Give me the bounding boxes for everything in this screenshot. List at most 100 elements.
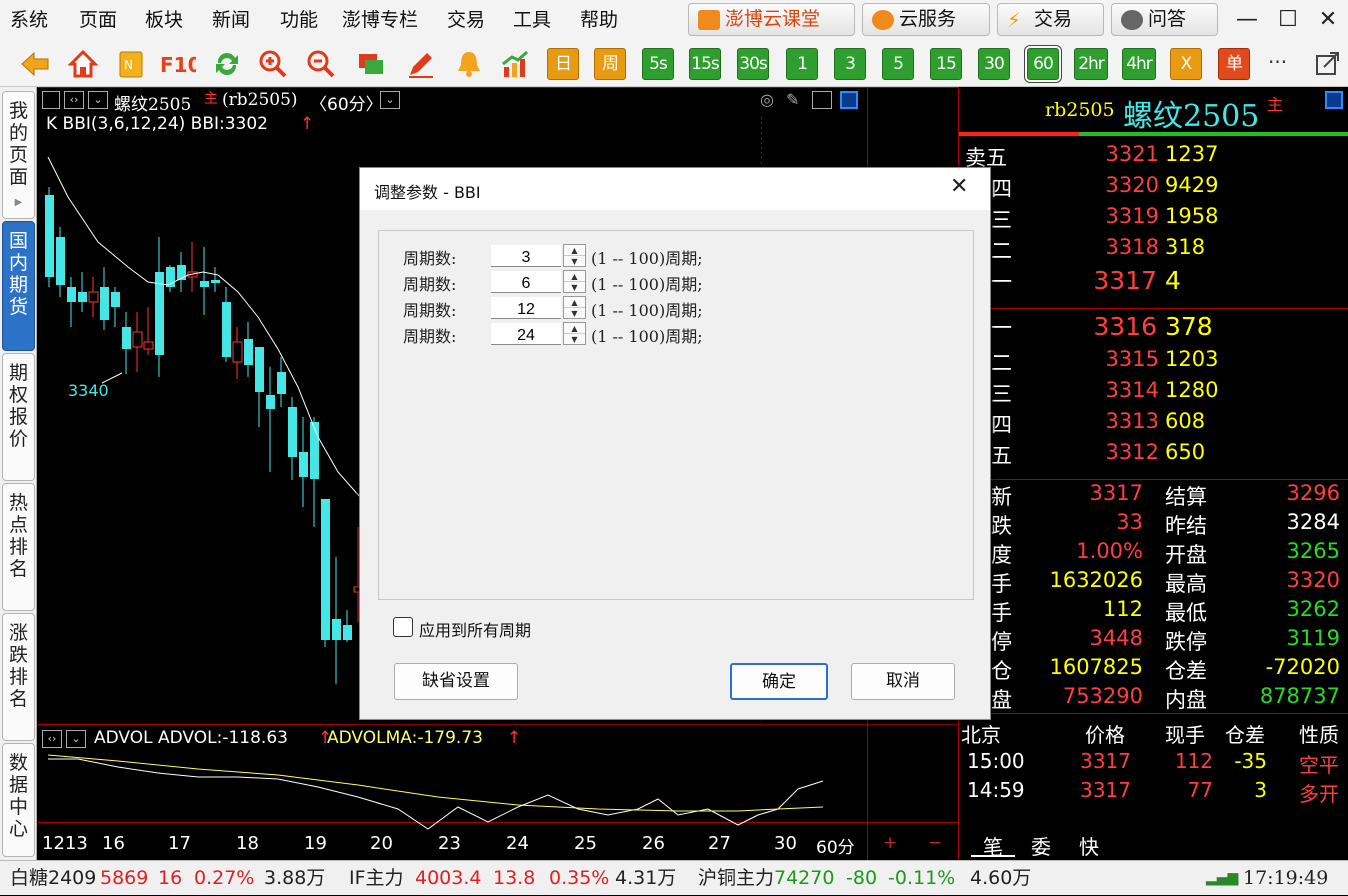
close-window-button[interactable]: ✕ (1308, 0, 1348, 40)
menu-help[interactable]: 帮助 (580, 0, 618, 40)
bell-icon[interactable] (454, 49, 484, 79)
param-input[interactable]: 12 (491, 297, 561, 319)
bid-price[interactable]: 3312 (1069, 440, 1159, 464)
cloud-class-button[interactable]: 澎博云课堂 (688, 3, 855, 36)
period-week-button[interactable]: 周 (594, 48, 626, 80)
period-4hr-button[interactable]: 4hr (1122, 48, 1156, 80)
bottom-tab[interactable]: 委 (1019, 831, 1063, 859)
sidebar-tab-domestic-futures[interactable]: 国内期货 (2, 221, 35, 351)
apply-all-checkbox[interactable] (393, 617, 413, 637)
chart-period[interactable]: 〈60分〉 (310, 90, 383, 115)
dialog-close-button[interactable]: ✕ (950, 174, 968, 199)
period-15m-button[interactable]: 15 (930, 48, 962, 80)
ask-price[interactable]: 3320 (1069, 173, 1159, 197)
period-5s-button[interactable]: 5s (642, 48, 674, 80)
menu-system[interactable]: 系统 (10, 0, 48, 40)
f10-icon[interactable]: F10 (160, 49, 196, 79)
bottom-tab[interactable]: 快 (1067, 831, 1111, 859)
menu-page[interactable]: 页面 (79, 0, 117, 40)
bid-price[interactable]: 3313 (1069, 409, 1159, 433)
zoom-in-button[interactable]: + (883, 833, 897, 853)
param-spinner[interactable]: ▲ ▼ (563, 322, 586, 345)
zoom-out-button[interactable]: − (928, 833, 942, 853)
trend-chart-icon[interactable] (500, 49, 530, 79)
sub-chevron-down-icon[interactable]: ⌄ (66, 730, 86, 748)
prev-next-icon[interactable]: ‹› (64, 91, 84, 109)
single-order-button[interactable]: 单 (1218, 48, 1250, 80)
maximize-button[interactable]: ☐ (1268, 0, 1308, 40)
qa-button[interactable]: 问答 (1111, 3, 1218, 36)
ask-price[interactable]: 3318 (1069, 235, 1159, 259)
minimize-button[interactable]: — (1227, 0, 1267, 40)
spin-down-icon[interactable]: ▼ (564, 256, 585, 267)
ok-button[interactable]: 确定 (730, 663, 828, 700)
default-settings-button[interactable]: 缺省设置 (394, 663, 518, 700)
more-icon[interactable]: ··· (1268, 50, 1287, 74)
pen-icon[interactable] (406, 49, 436, 79)
ticker-name[interactable]: IF主力 (349, 861, 404, 896)
period-x-button[interactable]: X (1170, 48, 1202, 80)
menu-column[interactable]: 澎博专栏 (342, 0, 418, 40)
period-30s-button[interactable]: 30s (737, 48, 769, 80)
spin-up-icon[interactable]: ▲ (564, 271, 585, 282)
grid-layout-icon[interactable] (812, 91, 832, 109)
period-5m-button[interactable]: 5 (882, 48, 914, 80)
apply-all-label[interactable]: 应用到所有周期 (419, 617, 531, 641)
bottom-tab[interactable]: 笔 (971, 831, 1015, 859)
draw-pen-icon[interactable]: ✎ (786, 90, 799, 109)
sidebar-tab-data-center[interactable]: 数据中心 (2, 743, 35, 857)
ask-price[interactable]: 3319 (1069, 204, 1159, 228)
spin-up-icon[interactable]: ▲ (564, 297, 585, 308)
eye-hide-icon[interactable]: ◎ (760, 90, 774, 109)
bid-price[interactable]: 3314 (1069, 378, 1159, 402)
ticker-name[interactable]: 白糖2409 (10, 861, 96, 896)
spin-down-icon[interactable]: ▼ (564, 308, 585, 319)
bid-price[interactable]: 3315 (1069, 347, 1159, 371)
export-icon[interactable] (1312, 49, 1342, 79)
param-spinner[interactable]: ▲ ▼ (563, 244, 586, 267)
period-15s-button[interactable]: 15s (689, 48, 721, 80)
chevron-down-icon[interactable]: ⌄ (88, 91, 108, 109)
menu-news[interactable]: 新闻 (212, 0, 250, 40)
sidebar-tab-option-quotes[interactable]: 期权报价 (2, 353, 35, 481)
sidebar-tab-my-page[interactable]: 我的页面 ▶ (2, 91, 35, 219)
sidebar-tab-hot-rank[interactable]: 热点排名 (2, 483, 35, 611)
menu-sector[interactable]: 板块 (145, 0, 183, 40)
panel-square-icon[interactable] (840, 91, 858, 109)
spin-up-icon[interactable]: ▲ (564, 245, 585, 256)
zoom-out-icon[interactable] (306, 49, 336, 79)
period-dropdown-icon[interactable]: ⌄ (380, 91, 400, 109)
param-input[interactable]: 6 (491, 271, 561, 293)
period-2hr-button[interactable]: 2hr (1074, 48, 1108, 80)
period-day-button[interactable]: 日 (547, 48, 579, 80)
period-3m-button[interactable]: 3 (834, 48, 866, 80)
window-stack-icon[interactable] (356, 49, 386, 79)
zoom-in-icon[interactable] (258, 49, 288, 79)
ask-price[interactable]: 3317 (1067, 266, 1157, 295)
period-60m-button[interactable]: 60 (1027, 48, 1059, 80)
param-input[interactable]: 24 (491, 323, 561, 345)
menu-trade[interactable]: 交易 (447, 0, 485, 40)
panel-toggle-icon[interactable] (42, 91, 60, 109)
param-input[interactable]: 3 (491, 245, 561, 267)
ask-price[interactable]: 3321 (1069, 142, 1159, 166)
period-1m-button[interactable]: 1 (786, 48, 818, 80)
back-arrow-icon[interactable] (20, 49, 50, 79)
bid-price[interactable]: 3316 (1067, 312, 1157, 341)
cancel-button[interactable]: 取消 (851, 663, 955, 700)
cloud-service-button[interactable]: 云服务 (862, 3, 990, 36)
refresh-icon[interactable] (212, 49, 242, 79)
sub-panel-toggle-icon[interactable]: ‹› (42, 730, 62, 748)
menu-function[interactable]: 功能 (280, 0, 318, 40)
spin-down-icon[interactable]: ▼ (564, 334, 585, 345)
trade-button[interactable]: ⚡ 交易 (997, 3, 1104, 36)
spin-up-icon[interactable]: ▲ (564, 323, 585, 334)
sidebar-tab-change-rank[interactable]: 涨跌排名 (2, 613, 35, 741)
spin-down-icon[interactable]: ▼ (564, 282, 585, 293)
panel-square-icon[interactable] (1325, 91, 1343, 109)
menu-tools[interactable]: 工具 (513, 0, 551, 40)
param-spinner[interactable]: ▲ ▼ (563, 296, 586, 319)
home-icon[interactable] (68, 49, 98, 79)
ticker-name[interactable]: 沪铜主力 (698, 861, 774, 896)
param-spinner[interactable]: ▲ ▼ (563, 270, 586, 293)
